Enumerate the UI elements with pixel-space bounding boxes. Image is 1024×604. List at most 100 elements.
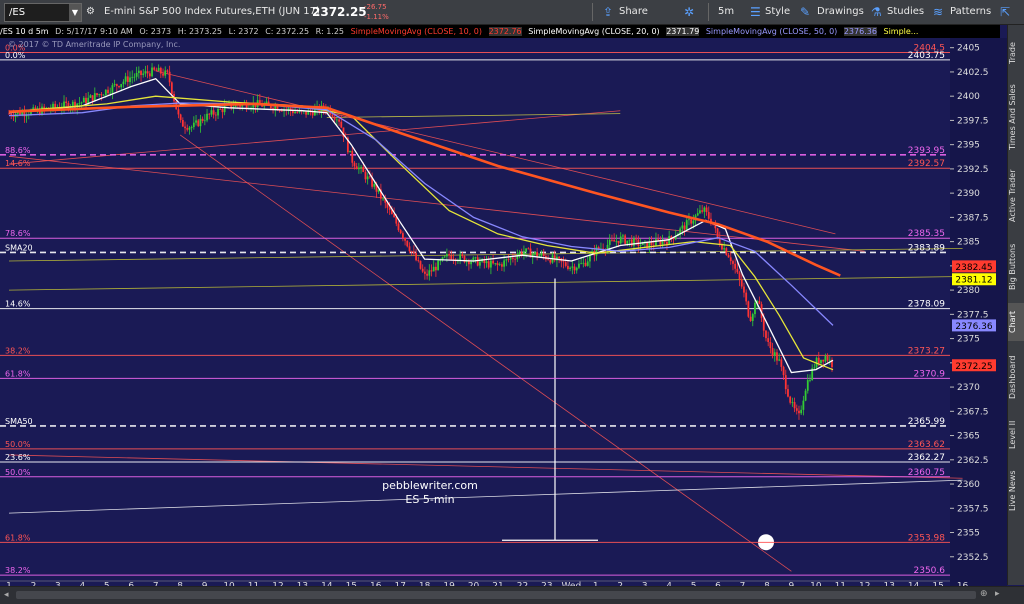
zoom-icon[interactable]: ⊕	[980, 589, 988, 599]
candle-body	[534, 252, 536, 255]
y-tick-label: 2357.5	[957, 504, 989, 514]
right-tab-times-and-sales[interactable]: Times And Sales	[1008, 79, 1024, 155]
candle-body	[355, 166, 358, 170]
candle-body	[734, 263, 737, 269]
candle-body	[727, 254, 730, 258]
candle-body	[540, 253, 543, 256]
level-left-label: 14.6%	[5, 159, 31, 168]
level-left-label: 14.6%	[5, 300, 31, 309]
candle-body	[109, 92, 112, 94]
candle-body	[426, 273, 428, 276]
level-value-label: 2403.75	[908, 51, 945, 61]
level-left-label: 50.0%	[5, 440, 31, 449]
candle-body	[210, 110, 213, 115]
candle-body	[751, 314, 754, 321]
candle-body	[406, 240, 409, 247]
candle-body	[657, 239, 660, 241]
candle-body	[360, 166, 362, 168]
candle-body	[219, 108, 222, 110]
scroll-right-icon[interactable]: ▸	[995, 589, 1000, 599]
candle-body	[699, 210, 701, 214]
candle-body	[798, 410, 800, 414]
share-button[interactable]: Share	[619, 0, 648, 24]
level-value-label: 2370.9	[914, 369, 946, 379]
candle-body	[353, 162, 356, 167]
candle-body	[813, 367, 816, 369]
right-tab-chart[interactable]: Chart	[1008, 303, 1024, 341]
candle-body	[410, 251, 413, 253]
candle-body	[417, 260, 420, 262]
candle-body	[795, 408, 798, 411]
candle-body	[80, 102, 83, 104]
candle-body	[278, 110, 281, 112]
candle-body	[423, 271, 426, 274]
candle-body	[507, 259, 510, 261]
right-tab-level-ii[interactable]: Level II	[1008, 413, 1024, 457]
candle-body	[701, 210, 704, 212]
candle-body	[527, 248, 530, 250]
right-tab-dashboard[interactable]: Dashboard	[1008, 347, 1024, 407]
scroll-track[interactable]	[16, 591, 976, 599]
level-value-label: 2365.99	[908, 417, 945, 427]
candle-body	[445, 254, 448, 257]
candle-body	[738, 272, 741, 280]
candle-body	[626, 240, 629, 244]
candle-body	[93, 93, 96, 101]
style-button[interactable]: Style	[765, 0, 790, 24]
y-tick-label: 2377.5	[957, 310, 989, 320]
copyright-text: © 2017 © TD Ameritrade IP Company, Inc.	[8, 40, 180, 49]
candle-body	[707, 212, 710, 219]
price-badge-label: 2382.45	[955, 263, 992, 273]
drawings-button[interactable]: Drawings	[817, 0, 864, 24]
candle-body	[151, 67, 153, 77]
right-tab-big-buttons[interactable]: Big Buttons	[1008, 237, 1024, 297]
candle-body	[203, 120, 206, 122]
bottom-scrollbar[interactable]: ◂ ⊕ ▸	[0, 586, 1024, 604]
level-left-label: 88.6%	[5, 146, 31, 155]
candle-body	[100, 94, 103, 96]
candle-body	[523, 251, 525, 255]
candle-body	[459, 254, 462, 261]
candle-body	[135, 72, 138, 77]
candle-body	[164, 70, 167, 76]
symbol-selector[interactable]: /ES ▼	[4, 3, 82, 22]
candle-body	[23, 112, 26, 117]
level-value-label: 2350.6	[914, 566, 946, 576]
expand-icon[interactable]: ⇱	[1000, 0, 1010, 24]
chevron-down-icon[interactable]: ▼	[69, 4, 81, 21]
interval-button[interactable]: 5m	[718, 0, 734, 24]
sma50-label: SimpleMovingAvg (CLOSE, 50, 0)	[705, 27, 838, 36]
level-left-label: SMA50	[5, 417, 33, 426]
settings-icon[interactable]: ✲	[684, 0, 694, 24]
candle-body	[525, 248, 528, 252]
patterns-button[interactable]: Patterns	[950, 0, 991, 24]
candle-body	[633, 238, 635, 246]
level-left-label: SMA20	[5, 243, 33, 252]
candle-body	[703, 207, 706, 212]
bar-high: H: 2373.25	[177, 27, 223, 36]
candle-body	[661, 240, 664, 245]
right-tab-live-news[interactable]: Live News	[1008, 463, 1024, 519]
candle-body	[685, 220, 688, 230]
candle-body	[802, 400, 805, 410]
chart-label: /ES 10 d 5m	[0, 27, 49, 36]
gear-icon[interactable]: ⚙	[86, 0, 95, 24]
candle-body	[168, 71, 171, 83]
chart-background	[0, 38, 1007, 586]
right-tab-trade[interactable]: Trade	[1008, 33, 1024, 73]
candle-body	[195, 120, 197, 123]
candle-body	[498, 264, 501, 266]
scroll-left-icon[interactable]: ◂	[4, 590, 9, 600]
candle-body	[562, 261, 565, 263]
right-tab-active-trader[interactable]: Active Trader	[1008, 161, 1024, 231]
y-tick-label: 2387.5	[957, 213, 989, 223]
candle-body	[98, 94, 101, 96]
level-left-label: 38.2%	[5, 566, 31, 575]
studies-button[interactable]: Studies	[887, 0, 924, 24]
candle-body	[181, 119, 184, 127]
candle-body	[769, 342, 772, 349]
level-left-label: 61.8%	[5, 533, 31, 542]
price-chart[interactable]: 0.0% 2404.50.0% 2403.7588.6% 2393.9514.6% 23…	[0, 38, 1007, 586]
y-tick-label: 2400	[957, 92, 980, 102]
candle-body	[201, 118, 204, 122]
